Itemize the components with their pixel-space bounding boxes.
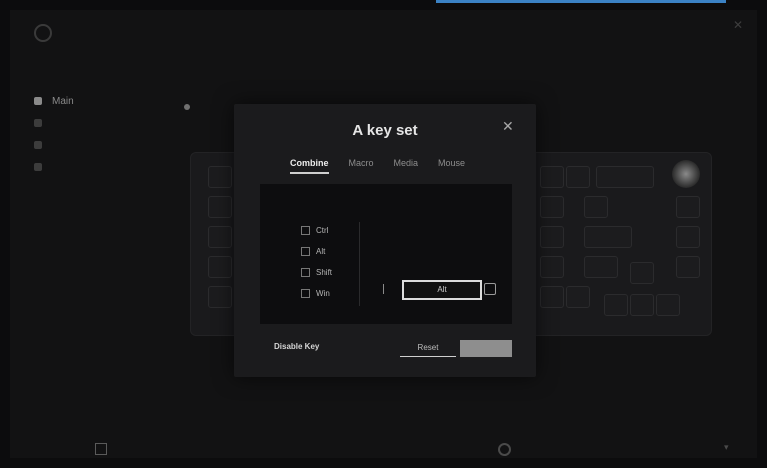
key-set-dialog: A key set ✕ Combine Macro Media Mouse Ct… — [234, 104, 536, 377]
section-indicator — [184, 104, 190, 110]
keyboard-key[interactable] — [676, 256, 700, 278]
app-logo-icon — [34, 24, 52, 42]
keyboard-key[interactable] — [208, 286, 232, 308]
keyboard-key[interactable] — [540, 196, 564, 218]
modifier-win[interactable]: Win — [301, 283, 332, 304]
keyboard-key[interactable] — [584, 196, 608, 218]
tab-media[interactable]: Media — [394, 158, 419, 174]
combine-separator — [383, 284, 384, 294]
confirm-button[interactable] — [460, 340, 512, 357]
chevron-down-icon[interactable]: ▾ — [724, 442, 729, 453]
modifier-alt[interactable]: Alt — [301, 241, 332, 262]
home-icon — [34, 97, 42, 105]
keyboard-key[interactable] — [596, 166, 654, 188]
checkbox[interactable] — [301, 289, 310, 298]
keyboard-key[interactable] — [604, 294, 628, 316]
keyboard-icon[interactable] — [484, 283, 496, 295]
sidebar-item-main[interactable]: Main — [34, 90, 74, 112]
keyboard-key[interactable] — [208, 196, 232, 218]
tab-combine[interactable]: Combine — [290, 158, 329, 174]
keyboard-key[interactable] — [540, 286, 564, 308]
keyboard-key[interactable] — [540, 166, 564, 188]
tab-macro[interactable]: Macro — [349, 158, 374, 174]
keyboard-key[interactable] — [540, 226, 564, 248]
modifier-list: Ctrl Alt Shift Win — [301, 220, 332, 304]
combine-panel: Ctrl Alt Shift Win Alt — [260, 184, 512, 324]
checkbox[interactable] — [301, 247, 310, 256]
keyboard-key[interactable] — [566, 166, 590, 188]
close-icon[interactable]: ✕ — [502, 118, 514, 135]
dialog-title: A key set — [352, 122, 418, 139]
sidebar-icon — [34, 141, 42, 149]
keyboard-key[interactable] — [630, 262, 654, 284]
divider — [359, 222, 360, 306]
sidebar-item-label: Main — [52, 95, 74, 107]
checkbox[interactable] — [301, 226, 310, 235]
grid-icon[interactable] — [95, 443, 107, 455]
modifier-label: Alt — [316, 247, 326, 256]
reset-button[interactable]: Reset — [400, 340, 456, 357]
keyboard-key[interactable] — [566, 286, 590, 308]
modifier-ctrl[interactable]: Ctrl — [301, 220, 332, 241]
checkbox[interactable] — [301, 268, 310, 277]
dialog-tabs: Combine Macro Media Mouse — [290, 158, 465, 174]
volume-knob[interactable] — [672, 160, 700, 188]
modifier-label: Ctrl — [316, 226, 329, 235]
keyboard-key[interactable] — [656, 294, 680, 316]
modifier-shift[interactable]: Shift — [301, 262, 332, 283]
keyboard-key[interactable] — [208, 226, 232, 248]
top-accent-bar — [436, 0, 726, 3]
window-close-icon[interactable]: ✕ — [733, 18, 743, 32]
sidebar-item-3[interactable] — [34, 134, 74, 156]
modifier-label: Win — [316, 289, 330, 298]
keyboard-key[interactable] — [584, 226, 632, 248]
tab-mouse[interactable]: Mouse — [438, 158, 465, 174]
sidebar-item-4[interactable] — [34, 156, 74, 178]
keyboard-key[interactable] — [676, 226, 700, 248]
keyboard-key[interactable] — [676, 196, 700, 218]
keyboard-key[interactable] — [208, 256, 232, 278]
sidebar-icon — [34, 163, 42, 171]
keyboard-key[interactable] — [584, 256, 618, 278]
keyboard-key[interactable] — [630, 294, 654, 316]
keyboard-key[interactable] — [540, 256, 564, 278]
sync-icon[interactable] — [498, 443, 511, 456]
disable-key-label: Disable Key — [274, 342, 320, 351]
keyboard-key[interactable] — [208, 166, 232, 188]
sidebar-nav: Main — [34, 90, 74, 178]
sidebar-item-2[interactable] — [34, 112, 74, 134]
key-input[interactable]: Alt — [402, 280, 482, 300]
sidebar-icon — [34, 119, 42, 127]
modifier-label: Shift — [316, 268, 333, 277]
